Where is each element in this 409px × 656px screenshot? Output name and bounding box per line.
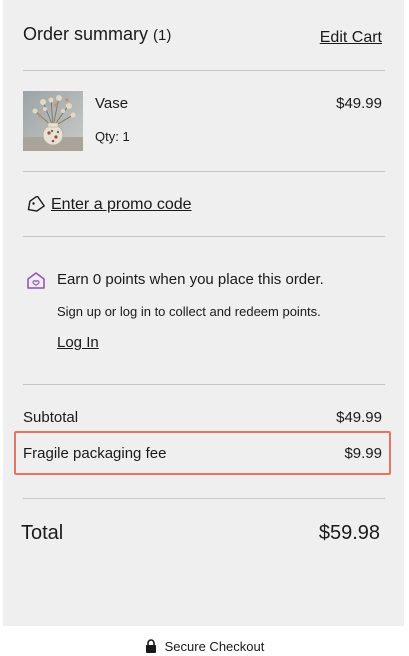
item-quantity: Qty: 1	[95, 129, 130, 144]
divider	[23, 384, 385, 385]
item-name: Vase	[95, 95, 129, 112]
fee-value: $9.99	[344, 445, 382, 462]
secure-checkout: Secure Checkout	[0, 639, 409, 656]
divider	[23, 498, 385, 499]
edit-cart-link[interactable]: Edit Cart	[320, 29, 382, 47]
title-text: Order summary	[23, 24, 149, 44]
subtotal-label: Subtotal	[23, 409, 79, 426]
tag-icon	[25, 195, 45, 214]
total-value: $59.98	[318, 522, 380, 544]
fee-label: Fragile packaging fee	[23, 445, 167, 462]
divider	[23, 236, 385, 237]
order-summary-panel: Order summary (1) Edit Cart Vase Qty: 1 …	[3, 0, 404, 626]
points-subtitle: Sign up or log in to collect and redeem …	[57, 304, 321, 319]
promo-code-link[interactable]: Enter a promo code	[51, 196, 192, 214]
subtotal-value: $49.99	[336, 409, 382, 426]
lock-icon	[145, 639, 157, 656]
points-title: Earn 0 points when you place this order.	[57, 271, 324, 288]
divider	[23, 171, 385, 172]
item-price: $49.99	[336, 95, 382, 112]
vase-image-icon	[23, 91, 83, 151]
house-points-icon	[25, 270, 47, 290]
total-label: Total	[21, 522, 64, 544]
item-count: (1)	[153, 27, 172, 44]
divider	[23, 70, 385, 71]
product-image	[23, 91, 83, 151]
login-link[interactable]: Log In	[57, 334, 99, 351]
order-summary-title: Order summary (1)	[23, 24, 171, 45]
secure-checkout-label: Secure Checkout	[164, 639, 265, 654]
